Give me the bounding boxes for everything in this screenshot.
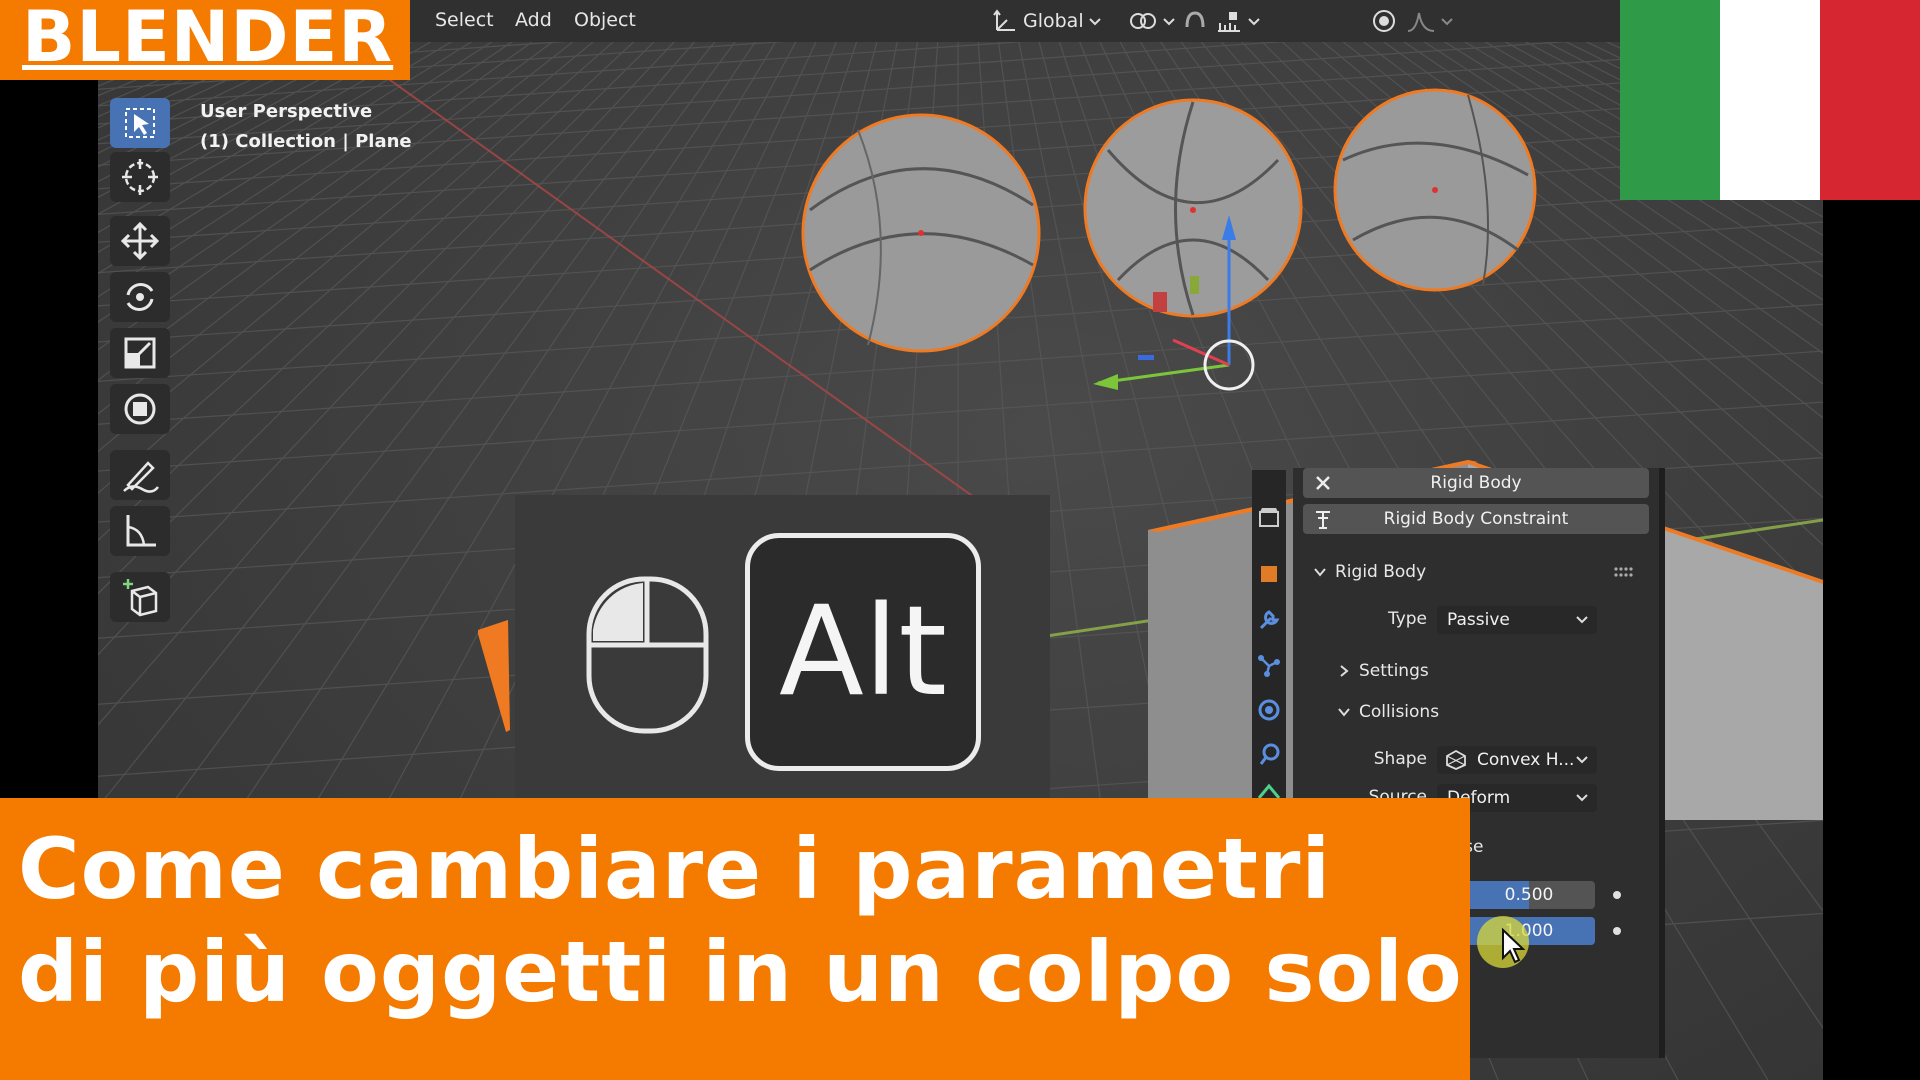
- rigid-body-button-label: Rigid Body: [1430, 473, 1522, 493]
- chevron-down-icon: [1576, 616, 1588, 624]
- title-banner: Come cambiare i parametri di più oggetti…: [0, 798, 1470, 1080]
- rigid-body-panel-header[interactable]: Rigid Body: [1313, 562, 1426, 582]
- chevron-down-icon: [1248, 18, 1260, 26]
- tool-cursor[interactable]: [110, 152, 170, 202]
- rigid-body-remove-button[interactable]: Rigid Body: [1303, 468, 1649, 498]
- rigid-body-constraint-label: Rigid Body Constraint: [1383, 509, 1569, 529]
- snap-icon: [1185, 11, 1205, 28]
- chevron-down-icon: [1338, 708, 1350, 717]
- friction-value: 0.500: [1504, 885, 1554, 905]
- sphere-1[interactable]: [801, 113, 1041, 353]
- pivot-point-dropdown[interactable]: [1128, 5, 1176, 37]
- keyframe-dot-icon[interactable]: [1613, 927, 1621, 935]
- menu-select[interactable]: Select: [435, 9, 494, 31]
- type-label: Type: [1387, 609, 1427, 629]
- constraint-icon: [1316, 511, 1330, 529]
- title-line-2: di più oggetti in un colpo solo: [18, 923, 1463, 1021]
- transform-icon: [124, 393, 156, 425]
- rotate-icon: [126, 283, 154, 311]
- add-cube-icon: [123, 579, 158, 617]
- falloff-icon: [1407, 12, 1435, 32]
- transform-orientation-icon: [993, 9, 1015, 31]
- menu-add[interactable]: Add: [515, 9, 552, 31]
- collisions-label: Collisions: [1359, 702, 1440, 722]
- settings-subpanel-header[interactable]: Settings: [1337, 661, 1429, 681]
- type-dropdown[interactable]: Passive: [1437, 606, 1597, 634]
- constraints-tab-icon[interactable]: [1257, 742, 1281, 766]
- scale-icon: [124, 337, 156, 369]
- select-box-icon: [125, 108, 155, 138]
- tool-scale[interactable]: [110, 328, 170, 378]
- annotate-icon: [123, 461, 159, 493]
- title-line-1: Come cambiare i parametri: [18, 820, 1332, 918]
- flag-stripe-white: [1720, 0, 1820, 200]
- flag-stripe-red: [1820, 0, 1920, 200]
- convex-hull-icon: [1446, 749, 1466, 770]
- object-properties-icon[interactable]: [1257, 562, 1281, 586]
- shape-dropdown[interactable]: Convex H...: [1437, 746, 1597, 774]
- rigid-body-constraint-button[interactable]: Rigid Body Constraint: [1303, 504, 1649, 534]
- click-highlight-cursor-icon: [1477, 916, 1529, 968]
- proportional-edit-icon: [1373, 10, 1395, 32]
- collisions-subpanel-header[interactable]: Collisions: [1337, 702, 1439, 722]
- view-name-label: User Perspective: [200, 101, 373, 122]
- tool-transform[interactable]: [110, 384, 170, 434]
- friction-field[interactable]: 0.500: [1463, 881, 1595, 909]
- settings-label: Settings: [1359, 661, 1429, 681]
- shape-value: Convex H...: [1477, 750, 1575, 770]
- transform-orientation-dropdown[interactable]: Global: [993, 5, 1102, 37]
- particles-tab-icon[interactable]: [1257, 654, 1281, 678]
- transform-orientation-value: Global: [1023, 10, 1084, 32]
- logo-text: BLENDER: [22, 0, 394, 78]
- flag-stripe-green: [1620, 0, 1720, 200]
- modifier-tab-icon[interactable]: [1257, 608, 1281, 632]
- mouse-left-click-icon: [586, 576, 709, 734]
- type-value: Passive: [1447, 610, 1510, 630]
- blender-logo-banner: BLENDER: [0, 0, 410, 80]
- tool-move[interactable]: [110, 216, 170, 266]
- plane-edge: [478, 620, 510, 732]
- keyframe-dot-icon[interactable]: [1613, 891, 1621, 899]
- physics-tab-icon[interactable]: [1257, 698, 1281, 722]
- collection-label: (1) Collection | Plane: [200, 131, 412, 152]
- chevron-down-icon: [1441, 18, 1453, 26]
- menu-object[interactable]: Object: [574, 9, 636, 31]
- chevron-down-icon: [1576, 794, 1588, 802]
- rigid-body-panel-title: Rigid Body: [1335, 562, 1427, 582]
- proportional-edit-toggle[interactable]: [1370, 5, 1398, 37]
- chevron-down-icon: [1314, 568, 1326, 577]
- close-icon: [1316, 476, 1330, 490]
- measure-icon: [126, 515, 156, 547]
- alt-keycap: Alt: [745, 533, 981, 771]
- chevron-down-icon: [1163, 18, 1175, 26]
- snap-target-icon: [1218, 12, 1240, 32]
- falloff-dropdown[interactable]: [1406, 5, 1454, 37]
- cursor-icon: [122, 159, 158, 195]
- move-icon: [120, 221, 160, 261]
- chevron-down-icon: [1576, 756, 1588, 764]
- snap-toggle[interactable]: [1181, 5, 1209, 37]
- tool-annotate[interactable]: [110, 450, 170, 500]
- sphere-3[interactable]: [1333, 88, 1537, 292]
- pivot-icon: [1130, 13, 1156, 29]
- snap-target-dropdown[interactable]: [1215, 5, 1261, 37]
- shape-label: Shape: [1373, 749, 1427, 769]
- chevron-down-icon: [1088, 18, 1101, 26]
- drag-handle-icon[interactable]: [1613, 565, 1635, 579]
- chevron-right-icon: [1340, 665, 1349, 677]
- object-tab-icon[interactable]: [1257, 506, 1281, 530]
- tool-add-cube[interactable]: [110, 572, 170, 622]
- tool-rotate[interactable]: [110, 272, 170, 322]
- tool-measure[interactable]: [110, 506, 170, 556]
- properties-tab-bar: [1252, 470, 1286, 800]
- alt-key-label: Alt: [779, 580, 947, 724]
- tool-select-box[interactable]: [110, 98, 170, 148]
- italian-flag: [1620, 0, 1920, 200]
